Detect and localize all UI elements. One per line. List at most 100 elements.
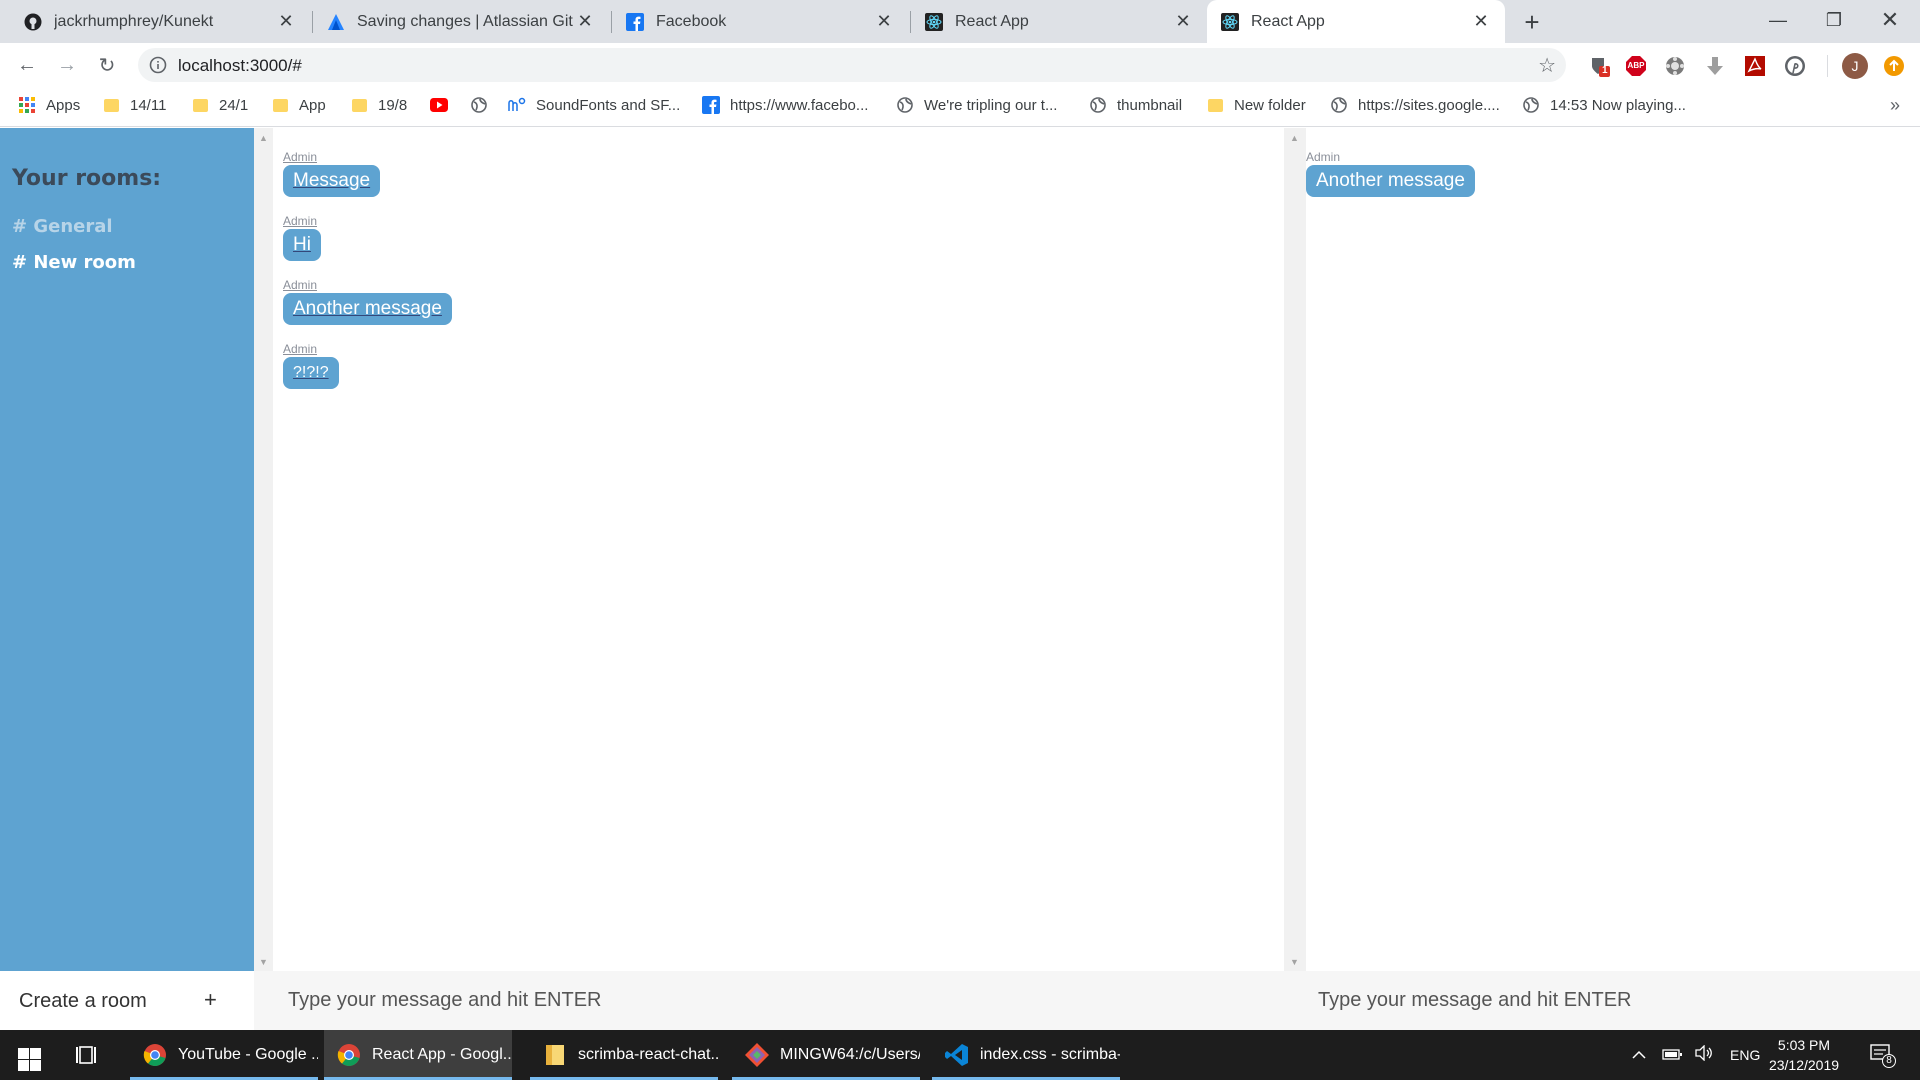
folder-icon — [102, 96, 120, 114]
tab-title: React App — [1251, 12, 1325, 30]
notifications-icon[interactable]: 8 — [1870, 1044, 1896, 1068]
update-icon[interactable] — [1883, 55, 1905, 77]
taskbar-app-label: MINGW64:/c/Users/... — [780, 1046, 920, 1063]
bookmark-folder-app[interactable]: App — [271, 87, 326, 123]
scroll-up-arrow[interactable]: ▲ — [258, 132, 269, 143]
volume-icon[interactable] — [1694, 1044, 1714, 1065]
bookmark-now-playing[interactable]: 14:53 Now playing... — [1522, 87, 1686, 123]
taskbar-react-app-chrome[interactable]: React App - Googl... — [324, 1030, 512, 1080]
shield-icon[interactable]: 1 — [1588, 55, 1610, 77]
close-icon[interactable]: ✕ — [575, 11, 595, 32]
notification-count: 8 — [1882, 1054, 1896, 1068]
pdf-icon[interactable] — [1744, 55, 1766, 77]
message: Admin Hi — [283, 214, 321, 261]
window-close-button[interactable]: ✕ — [1862, 0, 1918, 40]
windows-start-icon[interactable] — [12, 1042, 41, 1071]
input-language[interactable]: ENG — [1730, 1047, 1760, 1063]
bookmarks-overflow-button[interactable]: » — [1890, 95, 1900, 116]
create-room-form[interactable]: Create a room + — [0, 971, 254, 1030]
adblock-icon[interactable]: ABP — [1625, 55, 1647, 77]
bookmark-tripling[interactable]: We're tripling our t... — [896, 87, 1057, 123]
close-icon[interactable]: ✕ — [276, 11, 296, 32]
github-icon — [24, 13, 42, 31]
taskbar-app-label: React App - Googl... — [372, 1046, 512, 1063]
tab-facebook[interactable]: Facebook ✕ — [612, 0, 908, 43]
battery-icon[interactable] — [1662, 1047, 1682, 1064]
room-general[interactable]: # General — [12, 216, 113, 237]
restore-button[interactable]: ❐ — [1806, 0, 1862, 40]
create-room-button[interactable]: + — [204, 987, 217, 1013]
browser-toolbar: ← → ↻ localhost:3000/# ☆ 1 ABP J — [0, 43, 1920, 87]
close-icon[interactable]: ✕ — [874, 11, 894, 32]
bookmark-soundfonts[interactable]: SoundFonts and SF... — [508, 87, 680, 123]
bookmark-apps[interactable]: Apps — [18, 87, 80, 123]
address-bar[interactable]: localhost:3000/# ☆ — [138, 48, 1566, 82]
scroll-down-arrow[interactable]: ▼ — [1289, 956, 1300, 967]
scroll-down-arrow[interactable]: ▼ — [258, 956, 269, 967]
extension-icon[interactable] — [1664, 55, 1686, 77]
tab-github[interactable]: jackrhumphrey/Kunekt ✕ — [10, 0, 310, 43]
rooms-sidebar: Your rooms: # General # New room — [0, 128, 254, 971]
chevron-up-icon[interactable] — [1632, 1047, 1646, 1064]
forward-button[interactable]: → — [52, 50, 82, 80]
windows-taskbar: YouTube - Google ... React App - Googl..… — [0, 1030, 1920, 1080]
bookmark-thumbnail[interactable]: thumbnail — [1089, 87, 1182, 123]
tab-title: Facebook — [656, 12, 727, 30]
tab-react-app[interactable]: React App ✕ — [911, 0, 1207, 43]
create-room-input[interactable]: Create a room — [19, 990, 147, 1013]
tab-title: jackrhumphrey/Kunekt — [54, 12, 214, 30]
bookmark-folder-14-11[interactable]: 14/11 — [102, 87, 166, 123]
browser-tab-strip: jackrhumphrey/Kunekt ✕ Saving changes | … — [0, 0, 1920, 43]
clock-time: 5:03 PM — [1777, 1037, 1831, 1053]
bookmark-star-icon[interactable]: ☆ — [1538, 53, 1556, 78]
new-tab-button[interactable]: + — [1518, 7, 1546, 37]
bookmark-globe[interactable] — [470, 87, 498, 123]
bookmark-label: We're tripling our t... — [924, 96, 1058, 114]
message-input-left[interactable]: Type your message and hit ENTER — [288, 989, 601, 1012]
reload-button[interactable]: ↻ — [92, 50, 122, 80]
download-icon[interactable] — [1704, 55, 1726, 77]
bookmark-youtube[interactable] — [430, 87, 458, 123]
task-view-icon[interactable] — [76, 1044, 100, 1066]
message-bubble: ?!?!? — [283, 357, 339, 389]
rooms-heading: Your rooms: — [12, 166, 162, 191]
scrollbar-left-b[interactable]: ▲ ▼ — [1284, 128, 1306, 971]
taskbar-vscode[interactable]: index.css - scrimba-... — [932, 1030, 1120, 1080]
system-clock[interactable]: 5:03 PM 23/12/2019 — [1768, 1035, 1840, 1075]
scroll-up-arrow[interactable]: ▲ — [1289, 132, 1300, 143]
taskbar-youtube-chrome[interactable]: YouTube - Google ... — [130, 1030, 318, 1080]
tab-atlassian[interactable]: Saving changes | Atlassian Git Tu ✕ — [313, 0, 609, 43]
bookmark-folder-19-8[interactable]: 19/8 — [350, 87, 407, 123]
message-list-right[interactable]: Admin Another message — [1306, 128, 1920, 971]
pinterest-icon[interactable] — [1784, 55, 1806, 77]
message: Admin Another message — [1306, 150, 1475, 197]
taskbar-file-explorer[interactable]: scrimba-react-chat... — [530, 1030, 718, 1080]
toolbar-separator — [1827, 55, 1828, 77]
message-input-right[interactable]: Type your message and hit ENTER — [1318, 989, 1631, 1012]
profile-avatar[interactable]: J — [1842, 53, 1868, 79]
globe-icon — [1522, 96, 1540, 114]
bookmark-label: App — [299, 96, 326, 114]
close-icon[interactable]: ✕ — [1173, 11, 1193, 32]
taskbar-app-label: scrimba-react-chat... — [578, 1046, 718, 1063]
bookmark-sites-google[interactable]: https://sites.google.... — [1330, 87, 1500, 123]
message-username: Admin — [283, 278, 318, 292]
room-new-room[interactable]: # New room — [12, 252, 136, 273]
message-list-left[interactable]: ▲ ▼ Admin Message Admin Hi Admin Another… — [254, 128, 1284, 971]
info-icon[interactable] — [148, 55, 168, 75]
bookmark-folder-24-1[interactable]: 24/1 — [191, 87, 248, 123]
message-username: Admin — [283, 214, 318, 228]
react-icon — [925, 12, 943, 31]
bookmark-facebook[interactable]: https://www.facebo... — [702, 87, 868, 123]
close-icon[interactable]: ✕ — [1471, 11, 1491, 32]
bookmark-label: thumbnail — [1117, 96, 1183, 114]
back-button[interactable]: ← — [12, 50, 42, 80]
bookmark-new-folder[interactable]: New folder — [1206, 87, 1306, 123]
scrollbar-left-a[interactable]: ▲ ▼ — [254, 128, 273, 971]
message-bubble: Message — [283, 165, 381, 197]
taskbar-git-bash[interactable]: MINGW64:/c/Users/... — [732, 1030, 920, 1080]
globe-icon — [896, 96, 914, 114]
tab-react-app-active[interactable]: React App ✕ — [1207, 0, 1505, 43]
bookmark-label: 14:53 Now playing... — [1550, 96, 1686, 114]
minimize-button[interactable]: — — [1750, 0, 1806, 40]
